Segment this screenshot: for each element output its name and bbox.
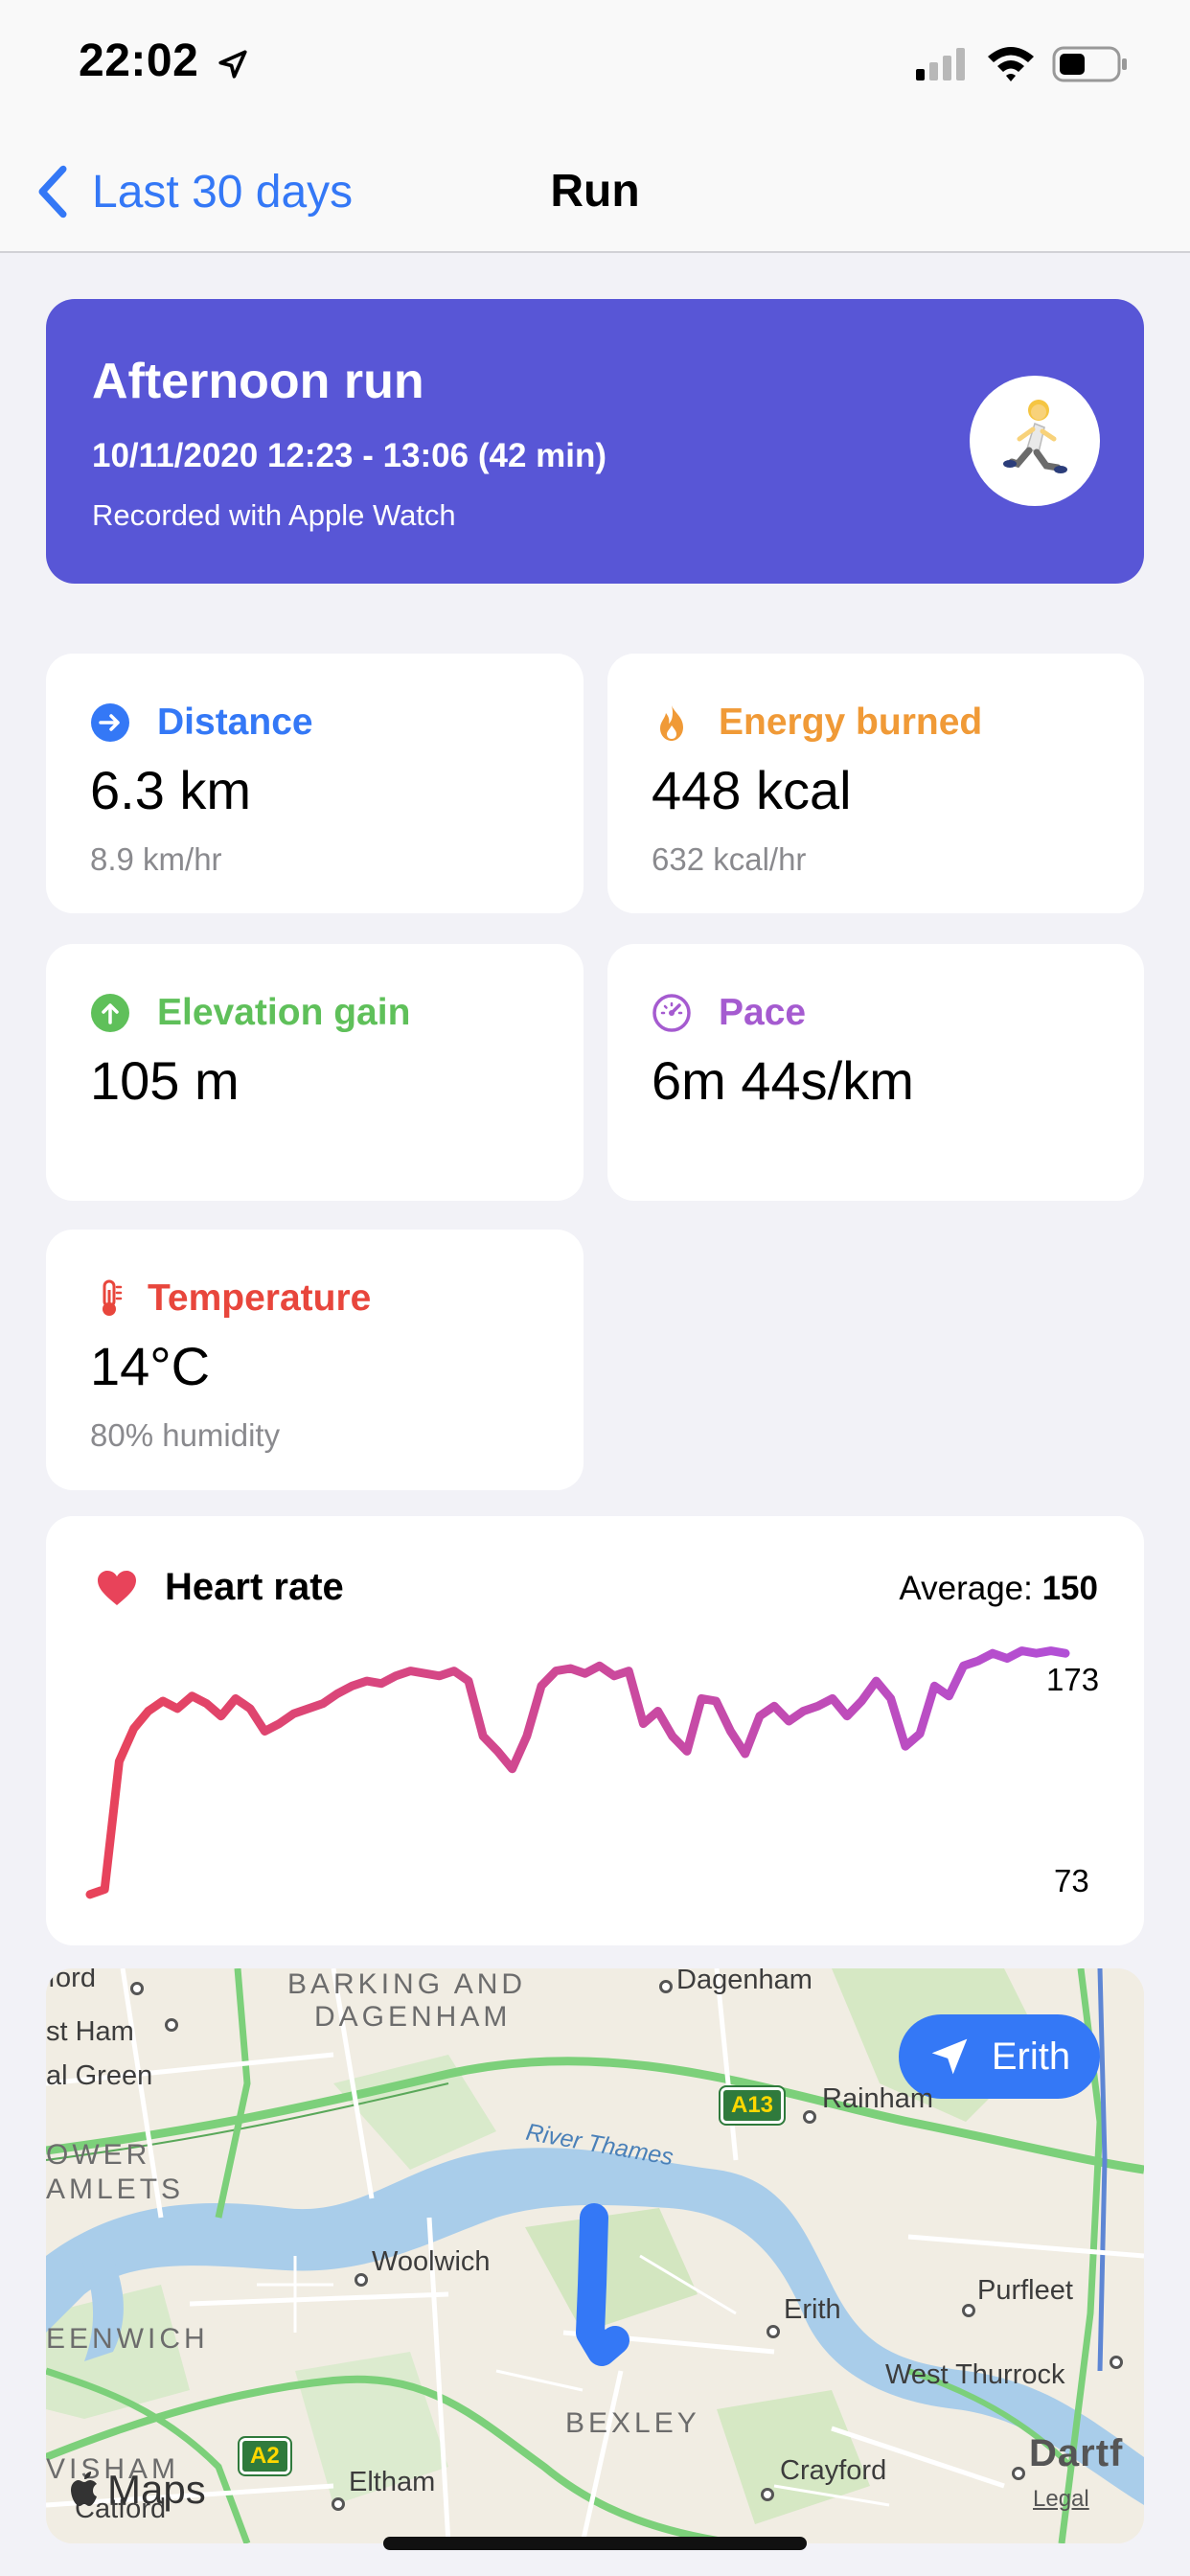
- energy-value: 448 kcal: [652, 760, 852, 820]
- map-label-purfleet: Purfleet: [977, 2275, 1073, 2306]
- pace-value: 6m 44s/km: [652, 1050, 914, 1111]
- place-marker: [332, 2497, 345, 2511]
- pace-card: Pace 6m 44s/km: [607, 944, 1144, 1201]
- location-arrow-icon: [931, 2038, 968, 2075]
- place-marker: [130, 1982, 144, 1995]
- status-time: 22:02: [79, 35, 199, 86]
- road-sign-a13: A13: [718, 2085, 787, 2126]
- elevation-card: Elevation gain 105 m: [46, 944, 584, 1201]
- heart-rate-min-label: 73: [1054, 1863, 1089, 1898]
- temperature-label: Temperature: [148, 1277, 372, 1319]
- workout-title: Afternoon run: [92, 354, 424, 409]
- apple-maps-logo: Maps: [69, 2467, 206, 2513]
- energy-label: Energy burned: [719, 702, 983, 743]
- back-button-label: Last 30 days: [92, 166, 354, 218]
- map-label-dagenham: Dagenham: [676, 1968, 812, 1995]
- map-label-greenwich: EENWICH: [46, 2323, 209, 2355]
- temperature-card: Temperature 14°C 80% humidity: [46, 1230, 584, 1490]
- arrow-up-circle-icon: [91, 994, 129, 1032]
- workout-time-range: 10/11/2020 12:23 - 13:06 (42 min): [92, 437, 607, 474]
- place-marker: [1110, 2356, 1123, 2369]
- workout-source: Recorded with Apple Watch: [92, 498, 456, 532]
- elevation-label: Elevation gain: [157, 992, 411, 1033]
- wifi-icon: [988, 47, 1034, 81]
- workout-summary-card: Afternoon run 10/11/2020 12:23 - 13:06 (…: [46, 299, 1144, 584]
- heart-rate-chart: [85, 1646, 1070, 1899]
- location-button-label: Erith: [991, 2035, 1071, 2078]
- map-label-bexley: BEXLEY: [565, 2407, 700, 2439]
- place-marker: [761, 2488, 774, 2501]
- map-label-rainham: Rainham: [822, 2083, 934, 2114]
- runner-icon: [1003, 400, 1067, 473]
- heart-rate-max-label: 173: [1046, 1662, 1100, 1697]
- map-label-dartford: Dartf: [1029, 2432, 1124, 2474]
- chevron-left-icon: [38, 165, 67, 218]
- home-indicator[interactable]: [383, 2537, 807, 2550]
- map-label-dagenham-area: DAGENHAM: [314, 2001, 512, 2033]
- average-label: Average:: [899, 1570, 1033, 1607]
- map-label-plaistow: al Green: [46, 2060, 153, 2091]
- place-marker: [659, 1980, 673, 1993]
- route-map[interactable]: Erith ford st Ham al Green BARKING AND D…: [46, 1968, 1144, 2543]
- map-label-east-ham: st Ham: [46, 2016, 134, 2047]
- temperature-value: 14°C: [90, 1336, 211, 1396]
- place-marker: [803, 2110, 816, 2124]
- legal-link[interactable]: Legal: [1033, 2486, 1089, 2513]
- map-label-eltham: Eltham: [349, 2467, 436, 2497]
- map-label-ilford: ford: [48, 1968, 96, 1993]
- place-marker: [165, 2018, 178, 2032]
- heart-rate-title: Heart rate: [165, 1566, 344, 1608]
- pace-label: Pace: [719, 992, 807, 1033]
- energy-card: Energy burned 448 kcal 632 kcal/hr: [607, 654, 1144, 913]
- place-marker: [767, 2325, 780, 2338]
- navigation-bar: Last 30 days Run: [0, 134, 1190, 253]
- arrow-right-circle-icon: [91, 703, 129, 742]
- back-button[interactable]: Last 30 days: [34, 161, 353, 222]
- heart-rate-average: Average: 150: [899, 1570, 1098, 1608]
- map-label-tower: OWER: [46, 2139, 151, 2171]
- map-label-west-thurrock: West Thurrock: [885, 2359, 1065, 2390]
- distance-card: Distance 6.3 km 8.9 km/hr: [46, 654, 584, 913]
- distance-value: 6.3 km: [90, 760, 252, 820]
- distance-speed: 8.9 km/hr: [90, 841, 222, 877]
- place-marker: [355, 2273, 368, 2287]
- maps-attribution: Maps: [107, 2467, 206, 2512]
- battery-icon: [1052, 46, 1127, 82]
- energy-rate: 632 kcal/hr: [652, 841, 807, 877]
- cellular-signal-icon: [916, 48, 965, 80]
- heart-icon: [98, 1570, 136, 1605]
- heart-rate-series-line: [85, 1646, 1070, 1899]
- map-label-crayford: Crayford: [780, 2455, 887, 2486]
- status-bar: 22:02: [0, 0, 1190, 134]
- map-label-hamlets: AMLETS: [46, 2174, 185, 2205]
- apple-logo-icon: [71, 2472, 97, 2506]
- location-arrow-icon: [218, 50, 247, 79]
- road-sign-a2: A2: [238, 2436, 292, 2476]
- elevation-value: 105 m: [90, 1050, 240, 1111]
- thermometer-icon: [103, 1279, 123, 1316]
- speedometer-icon: [652, 994, 691, 1032]
- map-label-barking: BARKING AND: [287, 1968, 527, 2000]
- place-marker: [962, 2304, 975, 2317]
- flame-icon: [660, 705, 683, 741]
- distance-label: Distance: [157, 702, 313, 743]
- average-value: 150: [1041, 1570, 1098, 1607]
- humidity-value: 80% humidity: [90, 1417, 281, 1453]
- map-label-erith: Erith: [784, 2294, 841, 2325]
- heart-rate-card: Heart rate Average: 150 173 73: [46, 1516, 1144, 1945]
- place-marker: [1012, 2467, 1025, 2480]
- runner-avatar: [970, 376, 1100, 506]
- map-label-woolwich: Woolwich: [372, 2246, 491, 2277]
